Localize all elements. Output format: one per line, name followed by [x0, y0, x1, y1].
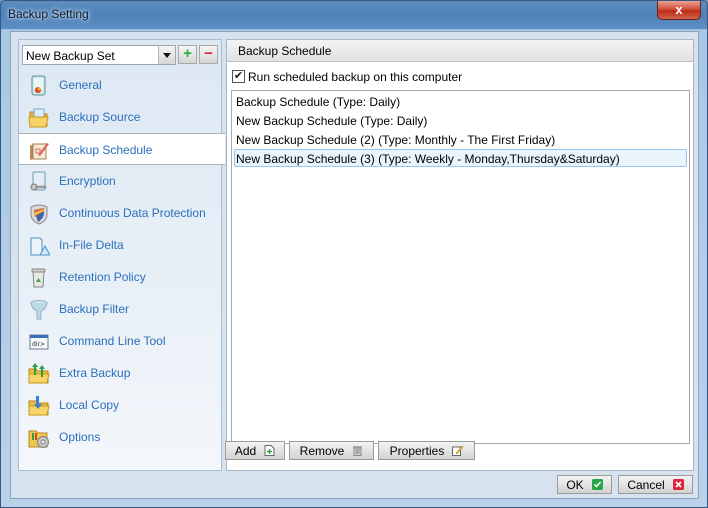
command-prompt-icon: dir> [29, 334, 49, 350]
sidebar-item-label: General [59, 78, 102, 92]
folder-icon [28, 108, 49, 128]
calendar-pencil-icon [30, 143, 49, 160]
add-button-label: Add [234, 443, 257, 458]
backup-setting-window: Backup Setting x New Backup Set + − Gene… [0, 0, 708, 508]
shield-icon [30, 204, 48, 225]
schedule-list-item[interactable]: New Backup Schedule (2) (Type: Monthly -… [234, 130, 687, 148]
sidebar-item-label: Extra Backup [59, 366, 131, 380]
sidebar-item-backup-schedule[interactable]: Backup Schedule [19, 133, 225, 165]
sidebar-item-encryption[interactable]: Encryption [19, 165, 221, 197]
sidebar-item-backup-source[interactable]: Backup Source [19, 101, 221, 133]
sidebar-item-general[interactable]: General [19, 69, 221, 101]
sidebar-item-retention-policy[interactable]: Retention Policy [19, 261, 221, 293]
sidebar-item-command-line-tool[interactable]: dir> Command Line Tool [19, 325, 221, 357]
folder-gear-icon [28, 430, 49, 448]
add-schedule-button[interactable]: Add [225, 441, 285, 460]
chevron-down-icon[interactable] [158, 46, 175, 64]
backup-set-dropdown[interactable]: New Backup Set [22, 45, 176, 65]
sidebar-nav: General Backup Source Backup Schedule En… [19, 69, 225, 453]
sidebar-item-extra-backup[interactable]: Extra Backup [19, 357, 221, 389]
cross-icon [672, 479, 684, 490]
checkbox-checked-icon[interactable]: ✔ [232, 70, 245, 83]
recycle-bin-icon [31, 268, 46, 288]
schedule-list-item[interactable]: Backup Schedule (Type: Daily) [234, 92, 687, 110]
schedule-panel: Backup Schedule ✔ Run scheduled backup o… [226, 39, 694, 471]
delta-icon [30, 237, 50, 256]
check-icon [591, 479, 603, 490]
remove-schedule-button[interactable]: Remove [289, 441, 374, 460]
new-document-icon [264, 445, 275, 456]
sidebar-item-label: In-File Delta [59, 238, 124, 252]
svg-text:dir>: dir> [32, 341, 45, 348]
sidebar-item-label: Backup Schedule [59, 143, 153, 157]
sidebar-item-label: Local Copy [59, 398, 120, 412]
sidebar-item-label: Continuous Data Protection [59, 206, 206, 220]
run-scheduled-backup-label: Run scheduled backup on this computer [248, 70, 463, 84]
dialog-body: New Backup Set + − General Backup Source… [10, 31, 699, 499]
sidebar-item-label: Options [59, 430, 101, 444]
general-icon [31, 75, 46, 96]
panel-header: Backup Schedule [227, 40, 693, 62]
close-button[interactable]: x [657, 1, 701, 20]
sidebar-item-backup-filter[interactable]: Backup Filter [19, 293, 221, 325]
window-title: Backup Setting [8, 7, 89, 21]
edit-icon [452, 445, 464, 456]
sidebar-item-label: Command Line Tool [59, 334, 166, 348]
sidebar-item-continuous-data-protection[interactable]: Continuous Data Protection [19, 197, 221, 229]
sidebar-item-label: Backup Source [59, 110, 141, 124]
backup-set-value: New Backup Set [26, 49, 115, 63]
title-bar[interactable]: Backup Setting x [1, 1, 707, 29]
properties-button-label: Properties [389, 443, 445, 458]
schedule-list-item-selected[interactable]: New Backup Schedule (3) (Type: Weekly - … [234, 149, 687, 167]
key-document-icon [30, 171, 47, 191]
plus-icon: + [183, 45, 192, 62]
sidebar-item-label: Backup Filter [59, 302, 130, 316]
folder-copy-icon [28, 396, 50, 416]
panel-title: Backup Schedule [238, 44, 332, 58]
close-icon: x [675, 2, 683, 17]
sidebar-item-options[interactable]: Options [19, 421, 221, 453]
cancel-button[interactable]: Cancel [618, 475, 693, 494]
remove-backup-set-button[interactable]: − [199, 45, 218, 64]
funnel-icon [30, 300, 48, 320]
ok-button[interactable]: OK [557, 475, 612, 494]
schedule-list[interactable]: Backup Schedule (Type: Daily) New Backup… [231, 90, 690, 444]
remove-button-label: Remove [299, 443, 345, 458]
schedule-list-item[interactable]: New Backup Schedule (Type: Daily) [234, 111, 687, 129]
sidebar-item-local-copy[interactable]: Local Copy [19, 389, 221, 421]
sidebar-item-label: Retention Policy [59, 270, 146, 284]
sidebar-item-in-file-delta[interactable]: In-File Delta [19, 229, 221, 261]
settings-sidebar: New Backup Set + − General Backup Source… [18, 39, 225, 471]
folder-upload-icon [28, 363, 50, 384]
trash-icon [353, 446, 363, 456]
properties-button[interactable]: Properties [378, 441, 475, 460]
minus-icon: − [204, 45, 213, 62]
ok-button-label: OK [566, 477, 584, 492]
add-backup-set-button[interactable]: + [178, 45, 197, 64]
cancel-button-label: Cancel [627, 477, 665, 492]
sidebar-item-label: Encryption [59, 174, 116, 188]
